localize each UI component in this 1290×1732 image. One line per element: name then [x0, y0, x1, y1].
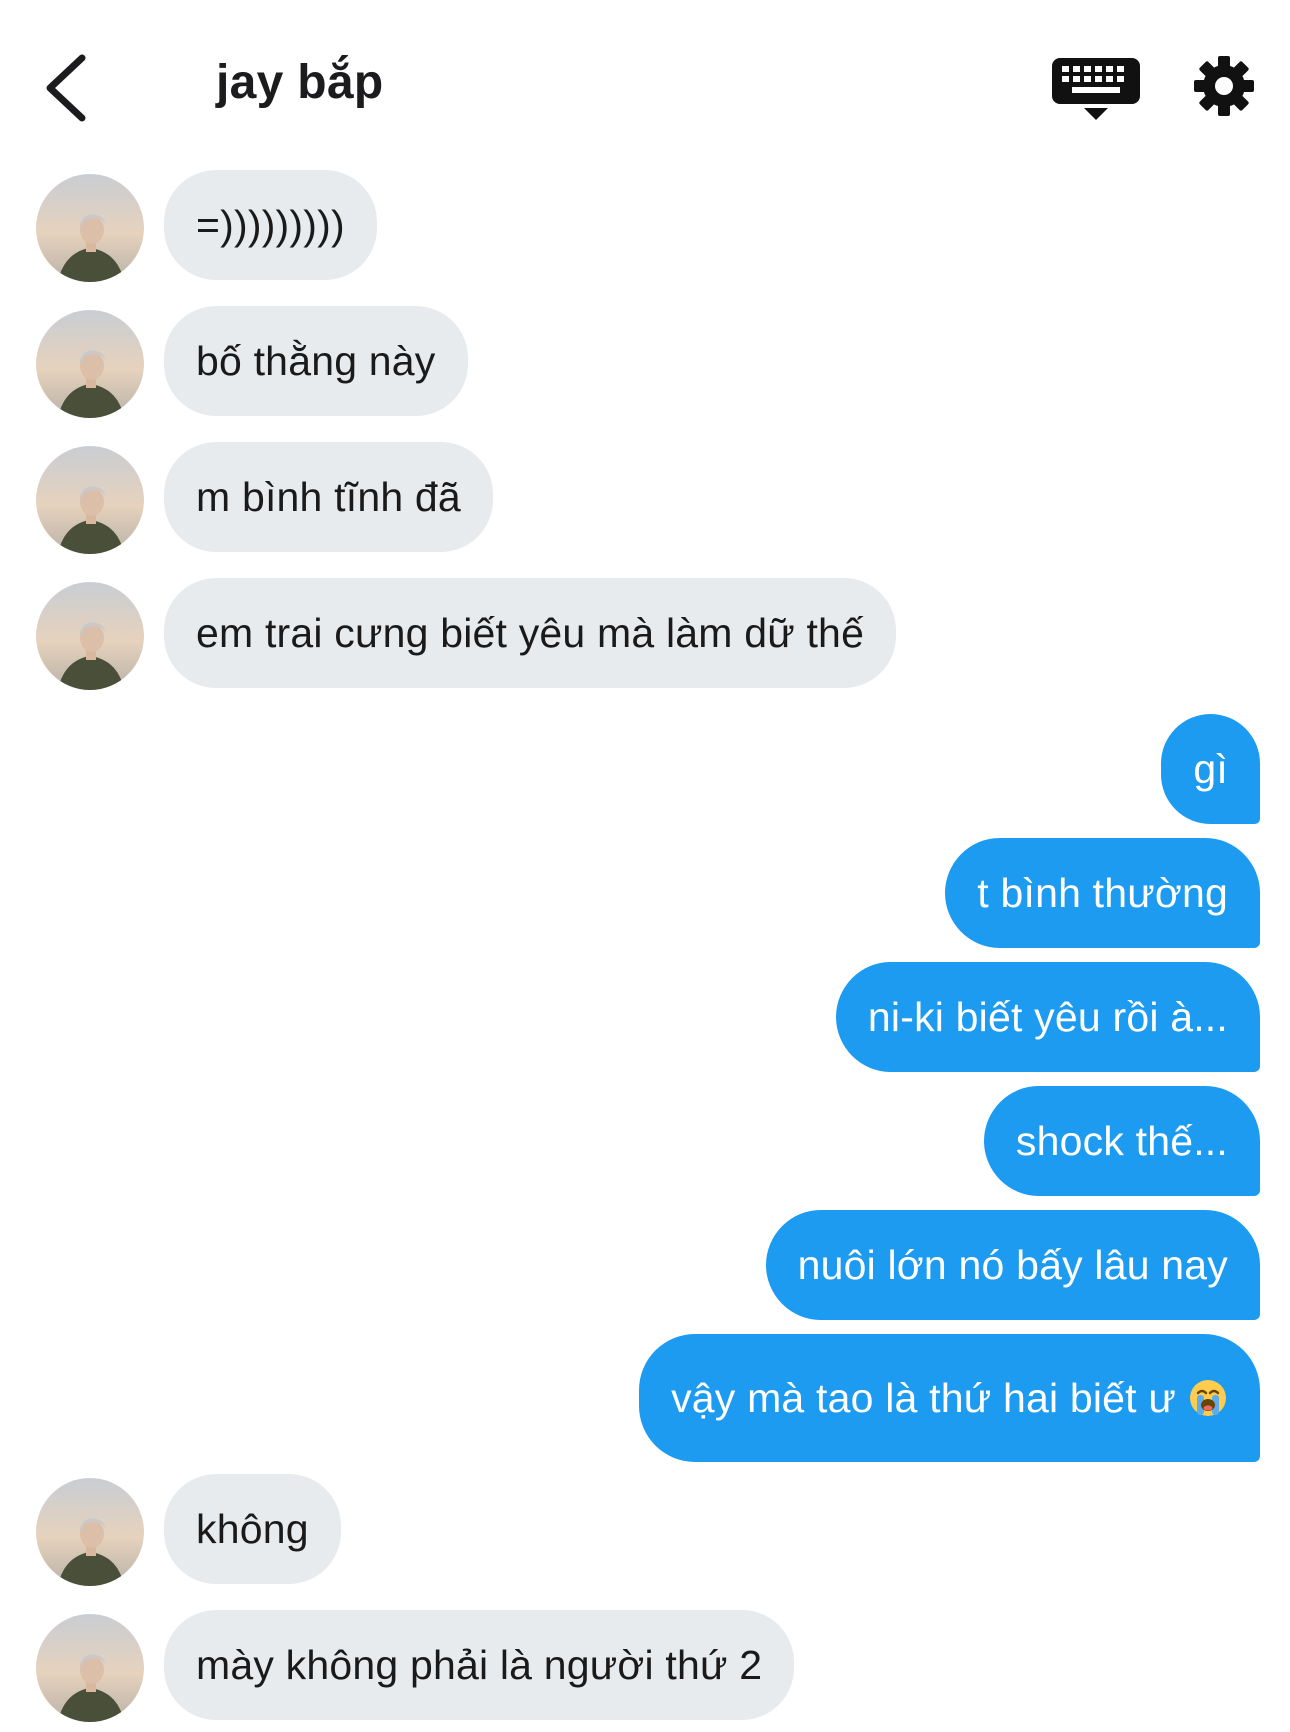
message-bubble-outgoing[interactable]: ni-ki biết yêu rồi à... — [835, 962, 1260, 1072]
avatar[interactable] — [36, 310, 144, 418]
message-bubble-outgoing[interactable]: gì — [1161, 714, 1260, 824]
avatar[interactable] — [36, 582, 144, 690]
loudly-crying-face-icon — [1188, 1378, 1228, 1418]
avatar[interactable] — [36, 446, 144, 554]
message-bubble-incoming[interactable]: mày không phải là người thứ 2 — [164, 1610, 795, 1720]
message-bubble-outgoing[interactable]: nuôi lớn nó bấy lâu nay — [765, 1210, 1260, 1320]
avatar[interactable] — [36, 1478, 144, 1586]
message-bubble-incoming[interactable]: không — [164, 1474, 341, 1584]
message-bubble-outgoing[interactable]: shock thế... — [983, 1086, 1260, 1196]
message-bubble-outgoing[interactable]: vậy mà tao là thứ hai biết ư — [639, 1334, 1260, 1462]
avatar[interactable] — [36, 174, 144, 282]
avatar[interactable] — [36, 1614, 144, 1722]
message-text: vậy mà tao là thứ hai biết ư — [671, 1374, 1176, 1421]
message-bubble-outgoing[interactable]: t bình thường — [945, 838, 1260, 948]
message-thread[interactable]: =))))))))) bố thằng này m bình tĩnh đã e… — [0, 0, 1290, 1732]
message-bubble-incoming[interactable]: m bình tĩnh đã — [164, 442, 493, 552]
message-bubble-incoming[interactable]: bố thằng này — [164, 306, 468, 416]
message-bubble-incoming[interactable]: em trai cưng biết yêu mà làm dữ thế — [164, 578, 897, 688]
message-bubble-incoming[interactable]: =))))))))) — [164, 170, 377, 280]
